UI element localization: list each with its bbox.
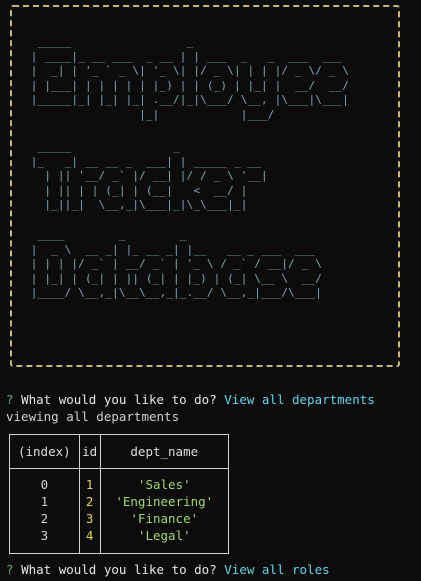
ascii-title-tracker: _____ _ |_ _| __ __ _ ___| | _____ _ __ …	[30, 140, 268, 211]
cell-dept-name: 'Legal'	[137, 528, 191, 544]
header-dept-name: dept_name	[100, 435, 228, 469]
header-id: id	[79, 435, 101, 469]
question-mark: ?	[6, 392, 14, 407]
table-spacer	[10, 544, 228, 553]
ascii-title-employee: _____ _ | ____|_ __ ___ _ __ | | ___ _ _…	[30, 35, 350, 121]
prompt-line: ? What would you like to do? View all ro…	[6, 562, 330, 578]
cell-index: 0	[10, 477, 80, 495]
cell-id: 3	[79, 510, 101, 528]
table-row: 3 4 'Legal'	[10, 527, 228, 545]
cell-index: 1	[10, 494, 80, 511]
cell-index: 2	[10, 510, 80, 528]
cell-index: 3	[10, 527, 80, 545]
departments-table: (index) id dept_name 0 1 'Sales' 1 2 'En…	[9, 434, 229, 554]
status-text: viewing all departments	[6, 409, 180, 424]
prompt-question: What would you like to do?	[21, 562, 217, 577]
ascii-title-database: ____ _ _ | _ \ __ _| |_ __ _| |__ __ _ _…	[30, 228, 322, 299]
prompt-question: What would you like to do?	[21, 392, 217, 407]
prompt-answer: View all departments	[224, 392, 375, 407]
table-spacer	[10, 468, 228, 478]
cell-dept-name: 'Engineering'	[115, 494, 214, 510]
table-row: 0 1 'Sales'	[10, 477, 228, 495]
table-row: 2 3 'Finance'	[10, 510, 228, 528]
cell-id: 1	[79, 477, 101, 495]
prompt-answer: View all roles	[224, 562, 330, 577]
prompt-line: ? What would you like to do? View all de…	[6, 392, 375, 408]
table-row: 1 2 'Engineering'	[10, 494, 228, 511]
header-index: (index)	[10, 435, 80, 469]
cell-id: 4	[79, 527, 101, 545]
cell-id: 2	[79, 494, 101, 511]
table-header-row: (index) id dept_name	[10, 435, 228, 469]
question-mark: ?	[6, 562, 14, 577]
cell-dept-name: 'Sales'	[137, 477, 191, 493]
cell-dept-name: 'Finance'	[130, 511, 199, 527]
